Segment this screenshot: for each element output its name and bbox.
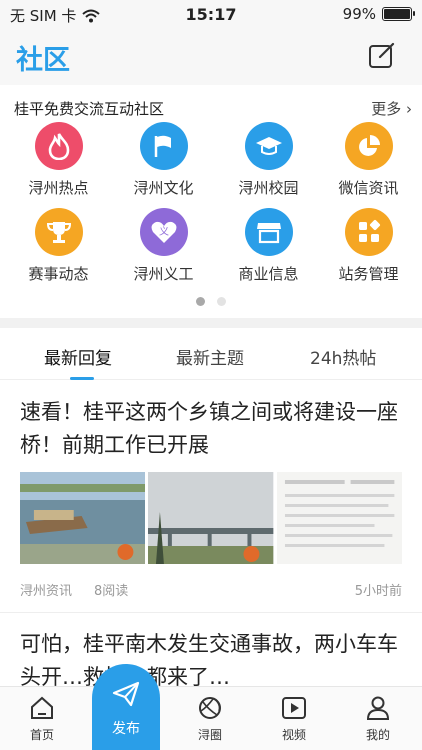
heart-icon: 义 (139, 208, 188, 256)
grid-item-hot[interactable]: 浔州热点 (6, 122, 111, 198)
battery-icon (382, 7, 415, 21)
grid-item-label: 浔州义工 (133, 265, 194, 283)
bottom-nav: 首页 浔圈 视频 我的 (0, 686, 422, 750)
grid-item-events[interactable]: 赛事动态 (6, 208, 111, 284)
apps-icon (344, 208, 393, 256)
grid-item-label: 微信资讯 (338, 179, 399, 197)
post-image-ferry (20, 472, 146, 564)
nav-mine-label: 我的 (365, 728, 390, 742)
post-thumbnails[interactable] (20, 472, 402, 564)
nav-circle[interactable]: 浔圈 (168, 695, 252, 743)
page-indicator (0, 297, 422, 306)
status-bar: 无 SIM 卡 15:17 99% (0, 0, 422, 30)
compose-icon[interactable] (368, 41, 396, 69)
store-icon (244, 208, 293, 256)
video-icon (282, 697, 306, 719)
grid-item-label: 站务管理 (338, 265, 399, 283)
nav-video-label: 视频 (281, 728, 306, 742)
active-tab-indicator (70, 377, 94, 380)
page-dot[interactable] (217, 297, 226, 306)
graduation-cap-icon (244, 122, 293, 170)
tab-24h-hot[interactable]: 24h热帖 (310, 344, 376, 369)
more-link[interactable]: 更多 › (371, 98, 412, 119)
flame-icon (34, 122, 83, 170)
grid-item-label: 浔州热点 (28, 179, 89, 197)
flag-icon (139, 122, 188, 170)
post-time: 5小时前 (354, 584, 402, 599)
grid-item-label: 赛事动态 (28, 265, 89, 283)
app-header: 社区 (0, 30, 422, 85)
tab-latest-topics[interactable]: 最新主题 (176, 344, 244, 369)
page-title: 社区 (16, 45, 70, 76)
battery-percent: 99% (342, 5, 376, 23)
nav-home[interactable]: 首页 (0, 695, 84, 743)
post-title[interactable]: 速看！桂平这两个乡镇之间或将建设一座桥！前期工作已开展 (20, 396, 405, 462)
pie-chart-icon (344, 122, 393, 170)
post-image-document (276, 472, 402, 564)
nav-home-label: 首页 (29, 728, 54, 742)
page-dot[interactable] (196, 297, 205, 306)
post-image-bridge (148, 472, 274, 564)
grid-item-label: 浔州文化 (133, 179, 194, 197)
home-icon (31, 696, 53, 719)
post-title[interactable]: 可怕，桂平南木发生交通事故，两小车车头开…救护车都来了… (20, 628, 405, 694)
shutter-icon (199, 697, 221, 719)
post-source[interactable]: 浔州资讯 (20, 580, 72, 599)
grid-item-culture[interactable]: 浔州文化 (111, 122, 216, 198)
grid-item-label: 商业信息 (238, 265, 299, 283)
grid-item-admin[interactable]: 站务管理 (316, 208, 421, 284)
svg-text:义: 义 (159, 226, 169, 238)
grid-item-volunteer[interactable]: 义 浔州义工 (111, 208, 216, 284)
more-label: 更多 (371, 100, 402, 118)
grid-item-label: 浔州校园 (238, 179, 299, 197)
grid-item-business[interactable]: 商业信息 (216, 208, 321, 284)
chevron-right-icon: › (406, 100, 412, 118)
nav-mine[interactable]: 我的 (336, 695, 420, 743)
nav-video[interactable]: 视频 (252, 695, 336, 743)
post-separator (0, 612, 422, 613)
community-heading: 桂平免费交流互动社区 (14, 100, 165, 118)
publish-button[interactable]: 发布 (92, 664, 160, 750)
post-read-count: 8阅读 (94, 584, 129, 599)
nav-circle-label: 浔圈 (197, 728, 222, 742)
user-icon (366, 696, 390, 720)
send-icon (112, 681, 140, 707)
section-divider (0, 318, 422, 328)
feed-tabs: 最新回复 最新主题 24h热帖 (0, 328, 422, 380)
grid-item-wechat-news[interactable]: 微信资讯 (316, 122, 421, 198)
publish-label: 发布 (112, 721, 140, 737)
grid-item-campus[interactable]: 浔州校园 (216, 122, 321, 198)
trophy-icon (34, 208, 83, 256)
tab-latest-replies[interactable]: 最新回复 (44, 344, 112, 369)
community-section: 桂平免费交流互动社区 更多 › 浔州热点 浔州文化 浔州校园 微信资讯 赛事动态… (0, 92, 422, 318)
